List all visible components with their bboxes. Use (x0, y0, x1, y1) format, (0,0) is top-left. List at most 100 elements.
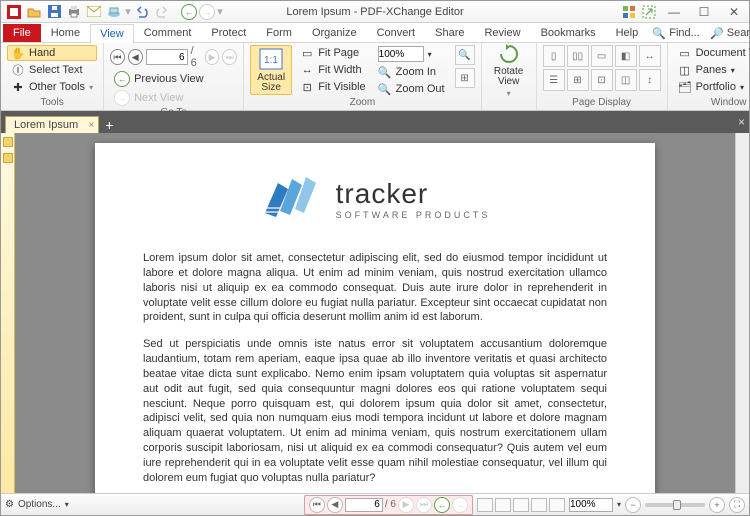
slider-thumb[interactable] (673, 500, 681, 510)
nav-fwd-icon[interactable]: → (199, 4, 215, 20)
open-icon[interactable] (25, 3, 43, 21)
document-canvas[interactable]: tracker SOFTWARE PRODUCTS Lorem ipsum do… (15, 133, 735, 493)
portfolio-button[interactable]: 🗂Portfolio▾ (674, 79, 750, 95)
minimize-button[interactable]: — (659, 2, 689, 22)
chevron-down-icon: ▾ (89, 83, 93, 92)
document-tabs-button[interactable]: ▭Document Tabs▾ (674, 45, 750, 61)
tab-comment[interactable]: Comment (134, 23, 202, 42)
zoom-tool-2[interactable]: ⊞ (455, 68, 475, 88)
close-all-tabs-button[interactable]: × (738, 115, 745, 129)
group-rotate-label (488, 97, 530, 110)
sb-prev-view[interactable]: ← (434, 497, 450, 513)
tab-organize[interactable]: Organize (302, 23, 367, 42)
previous-view-button[interactable]: ←Previous View (110, 70, 237, 88)
sb-zoom-out[interactable]: − (625, 497, 641, 513)
next-page-button[interactable]: ▶ (205, 49, 220, 65)
email-icon[interactable] (85, 3, 103, 21)
launch-icon[interactable] (639, 2, 659, 22)
tab-protect[interactable]: Protect (201, 23, 256, 42)
panes-button[interactable]: ◫Panes▾ (674, 62, 750, 78)
close-button[interactable]: ✕ (719, 2, 749, 22)
title-bar: ▾ ← → ▾ Lorem Ipsum - PDF-XChange Editor… (1, 1, 749, 23)
close-tab-icon[interactable]: × (88, 120, 94, 131)
tab-help[interactable]: Help (606, 23, 649, 42)
hand-tool-button[interactable]: ✋Hand (7, 45, 97, 61)
tab-review[interactable]: Review (474, 23, 530, 42)
layout-opt3[interactable]: ⊡ (591, 69, 613, 91)
sb-next-page[interactable]: ▶ (398, 497, 414, 513)
tab-home[interactable]: Home (41, 23, 90, 42)
sb-layout-5[interactable] (549, 498, 565, 512)
prev-page-button[interactable]: ◀ (128, 49, 143, 65)
find-label: Find... (669, 27, 700, 39)
tab-view[interactable]: View (90, 24, 134, 43)
search-button[interactable]: 🔎Search... (706, 24, 750, 42)
vertical-scrollbar[interactable] (735, 133, 749, 493)
layout-rtl[interactable]: ↔ (639, 45, 661, 67)
tab-file[interactable]: File (3, 24, 41, 42)
sb-prev-page[interactable]: ◀ (327, 497, 343, 513)
select-text-button[interactable]: ⒾSelect Text (7, 62, 97, 78)
thumbnails-panel-button[interactable] (3, 153, 13, 163)
rotate-view-button[interactable]: Rotate View ▾ (488, 45, 530, 95)
tab-form[interactable]: Form (256, 23, 302, 42)
page-display-grid: ▯ ▯▯ ▭ ◧ ↔ ☰ ⊞ ⊡ ◫ ↕ (543, 45, 661, 91)
fit-visible-button[interactable]: ⊡Fit Visible (296, 79, 369, 95)
zoom-out-button[interactable]: 🔍Zoom Out (374, 81, 449, 97)
find-button[interactable]: 🔍Find... (648, 24, 704, 42)
layout-cover[interactable]: ◧ (615, 45, 637, 67)
nav-back-icon[interactable]: ← (181, 4, 197, 20)
undo-icon[interactable] (133, 3, 151, 21)
qat-dropdown-icon[interactable]: ▾ (217, 3, 223, 21)
zoom-tool-1[interactable]: 🔍 (455, 45, 475, 65)
sb-zoom-in[interactable]: + (709, 497, 725, 513)
redo-icon[interactable] (153, 3, 171, 21)
portfolio-label: Portfolio (696, 81, 736, 93)
document-tab[interactable]: Lorem Ipsum × (5, 116, 99, 133)
add-tab-button[interactable]: + (99, 117, 119, 133)
layout-single[interactable]: ▯ (543, 45, 565, 67)
scan-icon[interactable] (105, 3, 123, 21)
sb-page-input[interactable] (345, 498, 383, 512)
sb-layout-1[interactable] (477, 498, 493, 512)
options-button[interactable]: ⚙ Options... ▾ (5, 499, 69, 510)
sb-layout-2[interactable] (495, 498, 511, 512)
maximize-button[interactable]: ☐ (689, 2, 719, 22)
layout-facing[interactable]: ▭ (591, 45, 613, 67)
document-tab-bar: Lorem Ipsum × + × (1, 111, 749, 133)
fit-page-button[interactable]: ▭Fit Page (296, 45, 369, 61)
actual-size-button[interactable]: 1:1 Actual Size (250, 45, 292, 95)
first-page-button[interactable]: ⏮ (110, 49, 125, 65)
sb-zoom-slider[interactable] (645, 503, 705, 507)
last-page-button[interactable]: ⏭ (222, 49, 237, 65)
sb-layout-4[interactable] (531, 498, 547, 512)
tab-share[interactable]: Share (425, 23, 474, 42)
next-view-button[interactable]: →Next View (110, 89, 237, 107)
sb-layout-3[interactable] (513, 498, 529, 512)
zoom-level-input[interactable] (378, 46, 424, 62)
save-icon[interactable] (45, 3, 63, 21)
print-icon[interactable] (65, 3, 83, 21)
tab-bookmarks[interactable]: Bookmarks (531, 23, 606, 42)
bookmarks-panel-button[interactable] (3, 137, 13, 147)
layout-opt1[interactable]: ☰ (543, 69, 565, 91)
zoom-level-select[interactable]: ▾ (374, 45, 449, 63)
other-tools-button[interactable]: ✚Other Tools▾ (7, 79, 97, 95)
layout-opt5[interactable]: ↕ (639, 69, 661, 91)
sb-zoom-input[interactable] (569, 498, 613, 512)
fit-width-button[interactable]: ↔Fit Width (296, 62, 369, 78)
sb-fullscreen[interactable]: ⛶ (729, 497, 745, 513)
zoom-in-button[interactable]: 🔍Zoom In (374, 64, 449, 80)
layout-opt2[interactable]: ⊞ (567, 69, 589, 91)
ui-options-icon[interactable] (619, 2, 639, 22)
select-label: Select Text (29, 64, 83, 76)
tab-convert[interactable]: Convert (367, 23, 426, 42)
tracker-logo-icon (260, 173, 322, 225)
layout-opt4[interactable]: ◫ (615, 69, 637, 91)
fit-visible-icon: ⊡ (300, 80, 314, 94)
sb-last-page[interactable]: ⏭ (416, 497, 432, 513)
sb-next-view[interactable]: → (452, 497, 468, 513)
layout-continuous[interactable]: ▯▯ (567, 45, 589, 67)
page-number-input[interactable] (146, 49, 188, 65)
sb-first-page[interactable]: ⏮ (309, 497, 325, 513)
